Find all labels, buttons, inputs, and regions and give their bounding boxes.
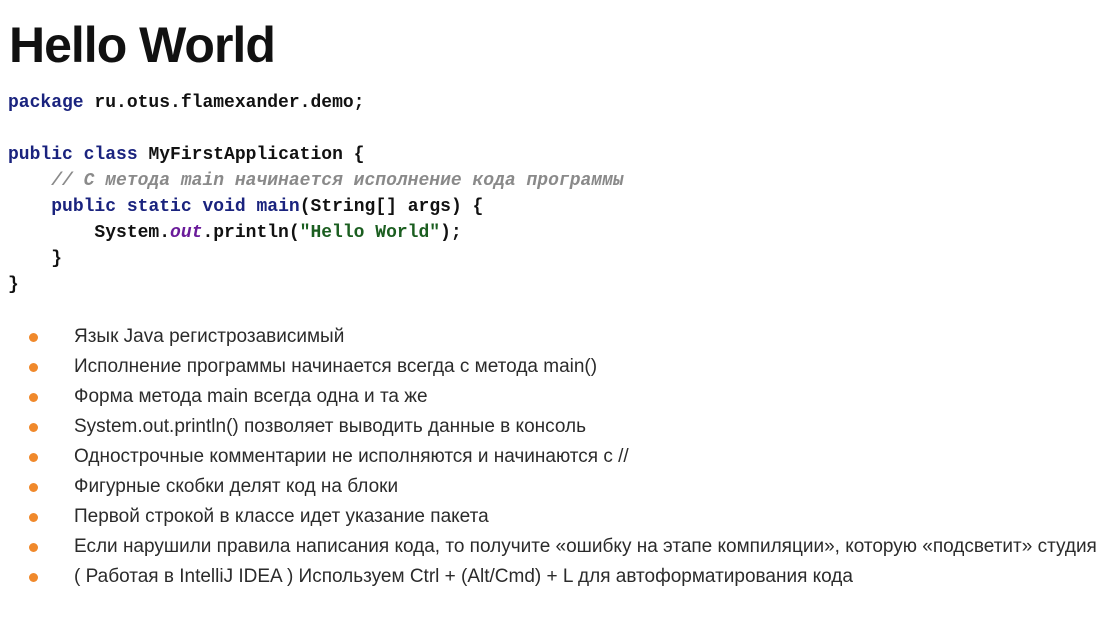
code-text: } [8, 249, 63, 269]
code-keyword: void [202, 197, 246, 217]
bullet-text: Однострочные комментарии не исполняются … [74, 446, 629, 467]
bullet-list: Язык Java регистрозависимый Исполнение п… [0, 322, 1114, 592]
bullet-item: Однострочные комментарии не исполняются … [0, 442, 1114, 472]
bullet-text: ( Работая в IntelliJ IDEA ) Используем C… [74, 566, 853, 587]
code-keyword: static [126, 197, 192, 217]
code-block: package ru.otus.flamexander.demo; public … [8, 90, 624, 298]
code-keyword: public [8, 145, 73, 165]
code-string: "Hello World" [299, 223, 441, 243]
bullet-text: Исполнение программы начинается всегда с… [74, 356, 598, 377]
bullet-dot-icon [29, 573, 38, 582]
code-text: System. [8, 223, 171, 243]
code-text: ru.otus.flamexander.demo; [83, 93, 365, 113]
bullet-dot-icon [29, 513, 38, 522]
code-line: System.out.println("Hello World"); [8, 220, 624, 246]
bullet-item: Первой строкой в классе идет указание па… [0, 502, 1114, 532]
code-line: public static void main(String[] args) { [8, 194, 624, 220]
bullet-text: System.out.println() позволяет выводить … [74, 416, 586, 437]
code-text: } [8, 275, 19, 295]
bullet-text: Фигурные скобки делят код на блоки [74, 476, 399, 497]
bullet-dot-icon [29, 333, 38, 342]
bullet-text: Первой строкой в классе идет указание па… [74, 506, 489, 527]
code-line: } [8, 272, 624, 298]
code-line: public class MyFirstApplication { [8, 142, 624, 168]
bullet-dot-icon [29, 543, 38, 552]
bullet-text: Форма метода main всегда одна и та же [74, 386, 428, 407]
bullet-item: Язык Java регистрозависимый [0, 322, 1114, 352]
bullet-item: Если нарушили правила написания кода, то… [0, 532, 1114, 562]
code-keyword: package [8, 93, 84, 113]
code-field: out [170, 223, 203, 243]
bullet-item: System.out.println() позволяет выводить … [0, 412, 1114, 442]
bullet-text: Если нарушили правила написания кода, то… [74, 536, 1097, 557]
bullet-item: Исполнение программы начинается всегда с… [0, 352, 1114, 382]
bullet-dot-icon [29, 393, 38, 402]
code-keyword: public [51, 197, 117, 217]
code-comment: // С метода main начинается исполнение к… [51, 171, 624, 191]
code-text: ); [440, 223, 462, 243]
bullet-item: Форма метода main всегда одна и та же [0, 382, 1114, 412]
code-keyword: class [83, 145, 138, 165]
code-text: (String[] args) { [299, 197, 484, 217]
bullet-item: ( Работая в IntelliJ IDEA ) Используем C… [0, 562, 1114, 592]
code-line: // С метода main начинается исполнение к… [8, 168, 624, 194]
bullet-item: Фигурные скобки делят код на блоки [0, 472, 1114, 502]
bullet-dot-icon [29, 453, 38, 462]
code-text: MyFirstApplication { [137, 145, 365, 165]
code-keyword: main [256, 197, 300, 217]
slide-title: Hello World [9, 17, 276, 73]
code-text: .println( [202, 223, 300, 243]
bullet-dot-icon [29, 483, 38, 492]
code-line: } [8, 246, 624, 272]
bullet-text: Язык Java регистрозависимый [74, 326, 345, 347]
code-line: package ru.otus.flamexander.demo; [8, 90, 624, 116]
bullet-dot-icon [29, 423, 38, 432]
bullet-dot-icon [29, 363, 38, 372]
